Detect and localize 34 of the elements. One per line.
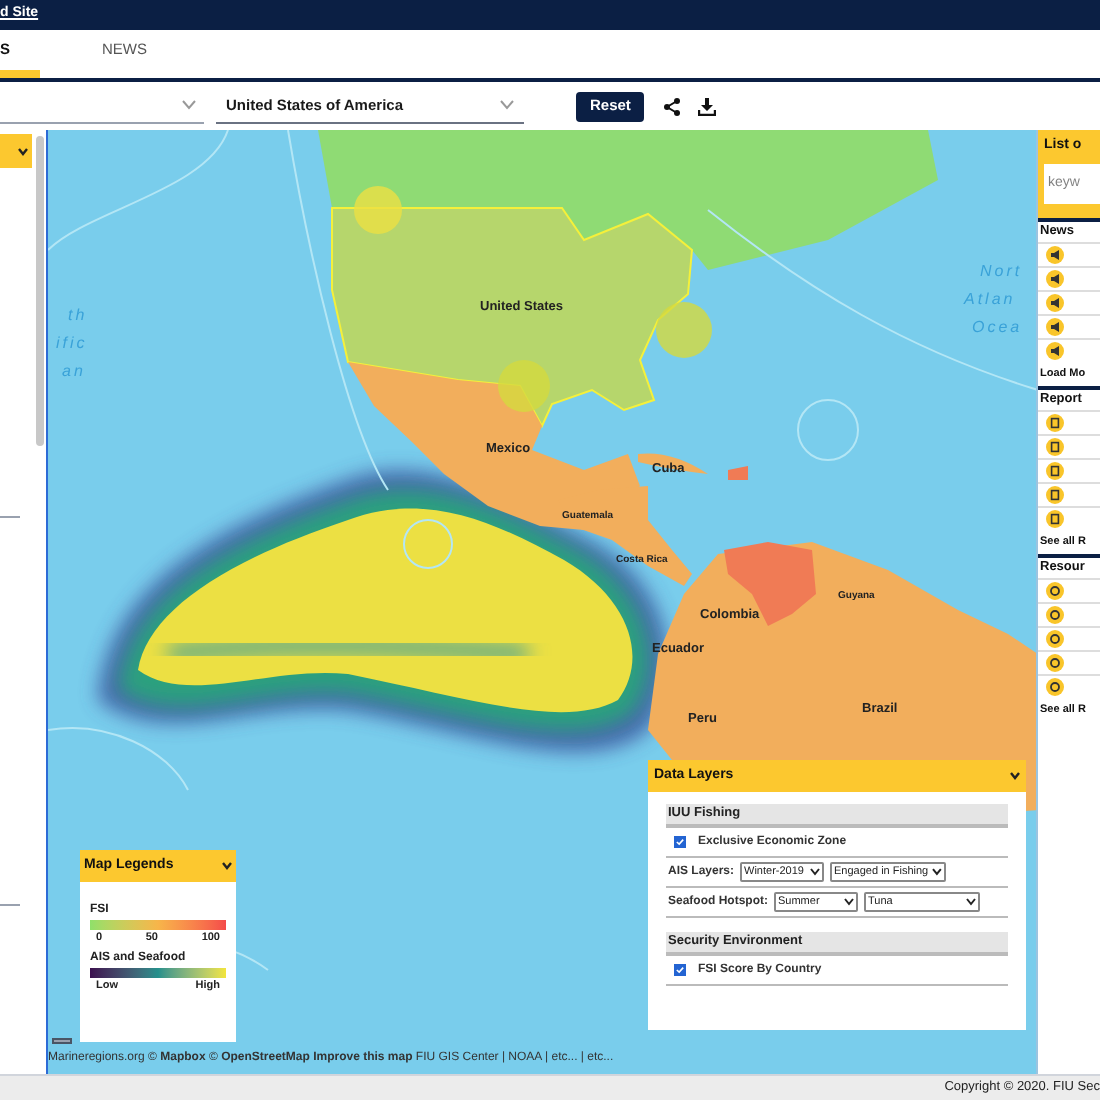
chevron-icon [810, 868, 821, 876]
document-icon [1046, 510, 1064, 528]
panel-header[interactable] [0, 134, 32, 168]
chevron-icon [966, 898, 976, 906]
chevron-icon [182, 100, 196, 110]
megaphone-icon [1046, 342, 1064, 360]
heat-scale [90, 968, 226, 979]
scrollbar[interactable] [36, 136, 44, 446]
checkbox[interactable] [674, 836, 686, 848]
chevron-icon [844, 898, 854, 906]
scale-bar [52, 1038, 72, 1044]
checkbox[interactable] [674, 964, 686, 976]
megaphone-icon [1046, 246, 1064, 264]
ocean-label: th [68, 304, 88, 328]
document-icon [1046, 462, 1064, 480]
chevron-icon [222, 862, 232, 870]
download-icon[interactable] [698, 97, 717, 115]
ocean-label: an [62, 360, 86, 384]
document-icon [1046, 486, 1064, 504]
document-icon [1046, 414, 1064, 432]
chevron-icon [18, 147, 28, 155]
megaphone-icon [1046, 318, 1064, 336]
ocean-label: Nort [980, 260, 1023, 284]
ocean-label: Atlan [964, 288, 1016, 312]
color-scale [90, 920, 226, 930]
megaphone-icon [1046, 294, 1064, 312]
chevron-icon [932, 868, 943, 876]
megaphone-icon [1046, 270, 1064, 288]
share-icon[interactable] [664, 97, 681, 115]
chevron-icon [500, 100, 514, 110]
ocean-label: ific [56, 332, 88, 356]
ocean-label: Ocea [972, 316, 1023, 340]
chevron-icon [1010, 772, 1020, 780]
document-icon [1046, 438, 1064, 456]
